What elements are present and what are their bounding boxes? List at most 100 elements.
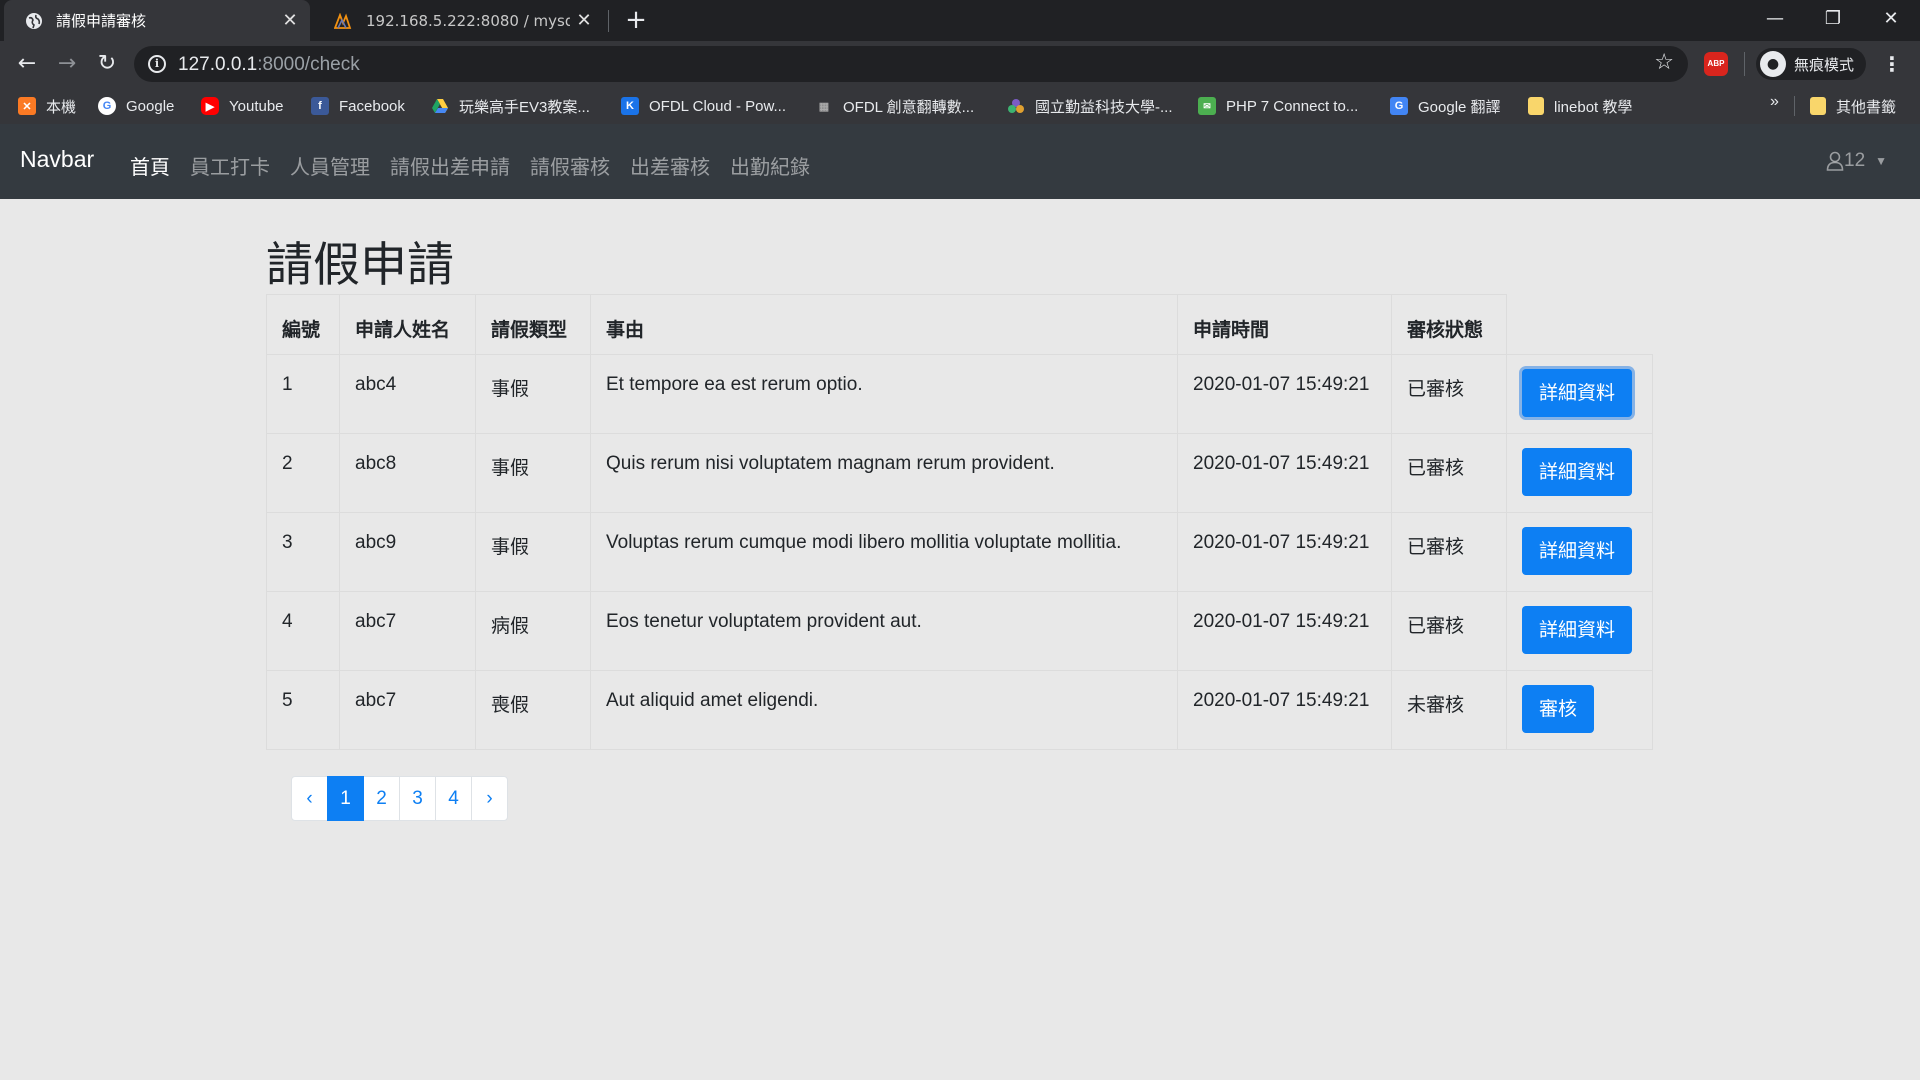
cell-time: 2020-01-07 15:49:21 <box>1177 354 1392 434</box>
info-icon[interactable]: i <box>148 55 166 73</box>
bookmarks-overflow-icon[interactable]: » <box>1770 93 1779 111</box>
nav-link-home[interactable]: 首頁 <box>130 151 170 180</box>
other-bookmarks[interactable]: 其他書籤 <box>1810 95 1896 117</box>
cell-time: 2020-01-07 15:49:21 <box>1177 433 1392 513</box>
column-header: 審核狀態 <box>1391 294 1507 355</box>
cell-type: 事假 <box>475 433 591 513</box>
cell-time: 2020-01-07 15:49:21 <box>1177 670 1392 750</box>
url-text[interactable]: 127.0.0.1:8000/check <box>178 54 360 76</box>
pagination-prev[interactable]: ‹ <box>291 776 328 821</box>
cell-status: 未審核 <box>1391 670 1507 750</box>
column-header: 請假類型 <box>475 294 591 355</box>
cell-time: 2020-01-07 15:49:21 <box>1177 512 1392 592</box>
browser-tab-strip: 請假申請審核 ✕ 192.168.5.222:8080 / mysql / fi… <box>0 0 1920 41</box>
google-icon: G <box>98 97 116 115</box>
bookmark-item[interactable]: linebot 教學 <box>1528 95 1632 117</box>
reload-icon[interactable]: ↻ <box>90 47 124 81</box>
bookmark-star-icon[interactable]: ☆ <box>1654 50 1674 75</box>
php-icon: ✉ <box>1198 97 1216 115</box>
close-icon[interactable]: ✕ <box>570 10 598 31</box>
window-close-button[interactable]: ✕ <box>1862 0 1920 41</box>
table-row: 5 abc7 喪假 Aut aliquid amet eligendi. 202… <box>266 670 1653 750</box>
cell-reason: Aut aliquid amet eligendi. <box>590 670 1178 750</box>
table-header-row: 編號 申請人姓名 請假類型 事由 申請時間 審核狀態 <box>266 294 1653 355</box>
table-row: 4 abc7 病假 Eos tenetur voluptatem provide… <box>266 591 1653 671</box>
close-icon[interactable]: ✕ <box>276 10 304 31</box>
bookmark-item[interactable]: G Google 翻譯 <box>1390 95 1501 117</box>
pagination-page-2[interactable]: 2 <box>363 776 400 821</box>
details-button[interactable]: 詳細資料 <box>1522 606 1633 654</box>
cell-reason: Quis rerum nisi voluptatem magnam rerum … <box>590 433 1178 513</box>
cell-type: 事假 <box>475 512 591 592</box>
cell-name: abc8 <box>339 433 476 513</box>
bookmark-item[interactable]: 國立勤益科技大學-... <box>1007 95 1173 117</box>
cell-type: 事假 <box>475 354 591 434</box>
school-icon <box>1007 97 1025 115</box>
nav-link-clock-in[interactable]: 員工打卡 <box>190 151 270 180</box>
minimize-button[interactable]: — <box>1746 0 1804 41</box>
pagination-page-1[interactable]: 1 <box>327 776 364 821</box>
bookmark-item[interactable]: K OFDL Cloud - Pow... <box>621 95 786 117</box>
cell-id: 5 <box>266 670 340 750</box>
cell-name: abc7 <box>339 591 476 671</box>
adblock-icon[interactable]: ABP <box>1704 52 1728 76</box>
restore-button[interactable]: ❐ <box>1804 0 1862 41</box>
nav-link-trip-review[interactable]: 出差審核 <box>630 151 710 180</box>
pagination: ‹ 1 2 3 4 › <box>291 776 508 821</box>
nav-link-leave-trip-apply[interactable]: 請假出差申請 <box>390 151 510 180</box>
cell-type: 病假 <box>475 591 591 671</box>
cell-status: 已審核 <box>1391 512 1507 592</box>
cell-status: 已審核 <box>1391 354 1507 434</box>
bookmark-item[interactable]: ▶ Youtube <box>201 95 284 117</box>
incognito-label: 無痕模式 <box>1794 55 1855 74</box>
tab-title: 192.168.5.222:8080 / mysql / fi <box>366 11 570 30</box>
kebab-menu-icon[interactable]: ⋮ <box>1880 48 1904 80</box>
browser-tab-inactive[interactable]: 192.168.5.222:8080 / mysql / fi ✕ <box>314 0 604 41</box>
details-button[interactable]: 詳細資料 <box>1522 527 1633 575</box>
cell-id: 4 <box>266 591 340 671</box>
cell-id: 3 <box>266 512 340 592</box>
browser-tab-active[interactable]: 請假申請審核 ✕ <box>4 0 310 41</box>
review-button[interactable]: 審核 <box>1522 685 1595 733</box>
pagination-page-3[interactable]: 3 <box>399 776 436 821</box>
drive-icon <box>431 97 449 115</box>
navbar-brand[interactable]: Navbar <box>20 146 94 173</box>
cell-name: abc7 <box>339 670 476 750</box>
nav-link-leave-review[interactable]: 請假審核 <box>530 151 610 180</box>
pagination-page-4[interactable]: 4 <box>435 776 472 821</box>
bookmark-item[interactable]: G Google <box>98 95 174 117</box>
column-header: 事由 <box>590 294 1178 355</box>
back-arrow-icon[interactable]: ← <box>10 47 44 81</box>
user-dropdown[interactable]: 12 ▼ <box>1826 150 1887 172</box>
bookmark-item[interactable]: ✕ 本機 <box>18 95 76 117</box>
k-icon: K <box>621 97 639 115</box>
leave-requests-table: 編號 申請人姓名 請假類型 事由 申請時間 審核狀態 1 abc4 事假 Et … <box>266 294 1653 750</box>
user-id: 12 <box>1844 150 1866 171</box>
bookmark-item[interactable]: 玩樂高手EV3教案... <box>431 95 590 117</box>
new-tab-button[interactable]: + <box>620 4 652 36</box>
bookmark-item[interactable]: ▦ OFDL 創意翻轉數... <box>815 95 974 117</box>
tab-divider <box>608 10 609 32</box>
cell-action: 審核 <box>1506 670 1653 750</box>
cell-id: 1 <box>266 354 340 434</box>
folder-icon <box>1810 97 1826 115</box>
bookmark-item[interactable]: f Facebook <box>311 95 405 117</box>
cell-reason: Eos tenetur voluptatem provident aut. <box>590 591 1178 671</box>
bookmark-item[interactable]: ✉ PHP 7 Connect to... <box>1198 95 1358 117</box>
cell-name: abc9 <box>339 512 476 592</box>
address-bar[interactable]: i 127.0.0.1:8000/check ☆ <box>134 46 1688 82</box>
pagination-next[interactable]: › <box>471 776 508 821</box>
details-button[interactable]: 詳細資料 <box>1522 448 1633 496</box>
cell-id: 2 <box>266 433 340 513</box>
forward-arrow-icon[interactable]: → <box>50 47 84 81</box>
table-row: 2 abc8 事假 Quis rerum nisi voluptatem mag… <box>266 433 1653 513</box>
page-title: 請假申請 <box>266 238 454 293</box>
incognito-badge[interactable]: ● 無痕模式 <box>1756 48 1866 80</box>
caret-down-icon: ▼ <box>1875 154 1888 168</box>
details-button[interactable]: 詳細資料 <box>1522 369 1633 417</box>
cell-type: 喪假 <box>475 670 591 750</box>
nav-link-attendance[interactable]: 出勤紀錄 <box>730 151 810 180</box>
globe-icon <box>24 11 44 31</box>
cell-action: 詳細資料 <box>1506 512 1653 592</box>
nav-link-staff[interactable]: 人員管理 <box>290 151 370 180</box>
